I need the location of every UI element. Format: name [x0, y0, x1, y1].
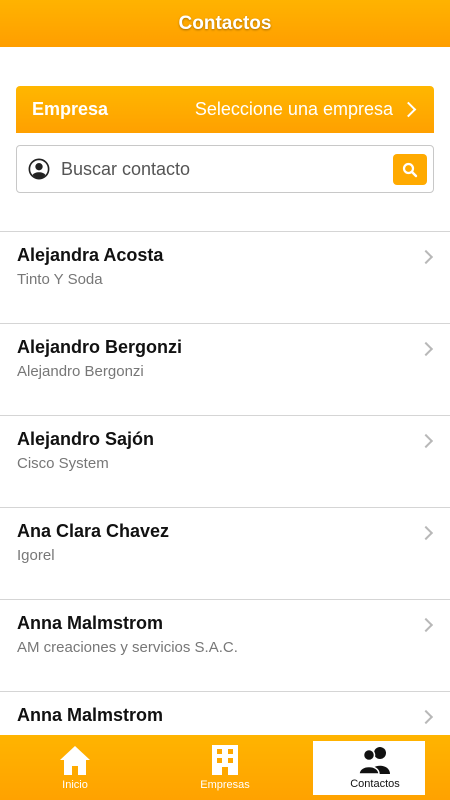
building-icon	[212, 745, 238, 775]
search-box	[16, 145, 434, 193]
company-label: Empresa	[32, 99, 109, 119]
search-input[interactable]	[59, 157, 383, 181]
user-icon	[28, 158, 50, 180]
chevron-right-icon	[418, 249, 434, 265]
contact-company: AM creaciones y servicios S.A.C.	[17, 639, 238, 656]
contact-row[interactable]: Alejandro Sajón Cisco System	[0, 415, 450, 507]
chevron-right-icon	[418, 525, 434, 541]
company-selector[interactable]: Empresa Seleccione una empresa	[16, 86, 434, 133]
search-icon	[402, 162, 418, 177]
search-button[interactable]	[393, 154, 427, 185]
contact-name: Alejandra Acosta	[17, 245, 164, 265]
chevron-right-icon	[418, 617, 434, 633]
company-selector-value: Seleccione una empresa	[194, 99, 393, 119]
contact-name: Alejandro Bergonzi	[17, 337, 183, 357]
contact-list: Alejandra Acosta Tinto Y Soda Alejandro …	[0, 231, 450, 783]
chevron-right-icon	[418, 709, 434, 725]
contact-company: Tinto Y Soda	[17, 271, 103, 288]
chevron-right-icon	[418, 433, 434, 449]
contact-company: Cisco System	[17, 455, 109, 472]
contact-company: Igorel	[17, 547, 55, 564]
contact-row[interactable]: Alejandra Acosta Tinto Y Soda	[0, 231, 450, 323]
contact-name: Ana Clara Chavez	[17, 521, 170, 541]
contact-row[interactable]: Anna Malmstrom AM creaciones y servicios…	[0, 599, 450, 691]
bottom-tab-bar: Inicio Empresas Contactos	[0, 735, 450, 800]
chevron-right-icon	[400, 101, 417, 118]
tab-empresas[interactable]: Empresas	[150, 735, 300, 800]
contact-company: Alejandro Bergonzi	[17, 363, 144, 380]
tab-inicio[interactable]: Inicio	[0, 735, 150, 800]
contacts-icon	[358, 747, 390, 775]
tab-label: Inicio	[62, 779, 88, 791]
contact-name: Anna Malmstrom	[17, 705, 164, 725]
contact-name: Anna Malmstrom	[17, 613, 164, 633]
home-icon	[60, 746, 90, 775]
tab-label: Contactos	[350, 778, 400, 790]
chevron-right-icon	[418, 341, 434, 357]
app-header: Contactos	[0, 0, 450, 47]
tab-label: Empresas	[200, 779, 250, 791]
contact-name: Alejandro Sajón	[17, 429, 155, 449]
contact-row[interactable]: Alejandro Bergonzi Alejandro Bergonzi	[0, 323, 450, 415]
page-title: Contactos	[178, 12, 272, 34]
contact-row[interactable]: Ana Clara Chavez Igorel	[0, 507, 450, 599]
